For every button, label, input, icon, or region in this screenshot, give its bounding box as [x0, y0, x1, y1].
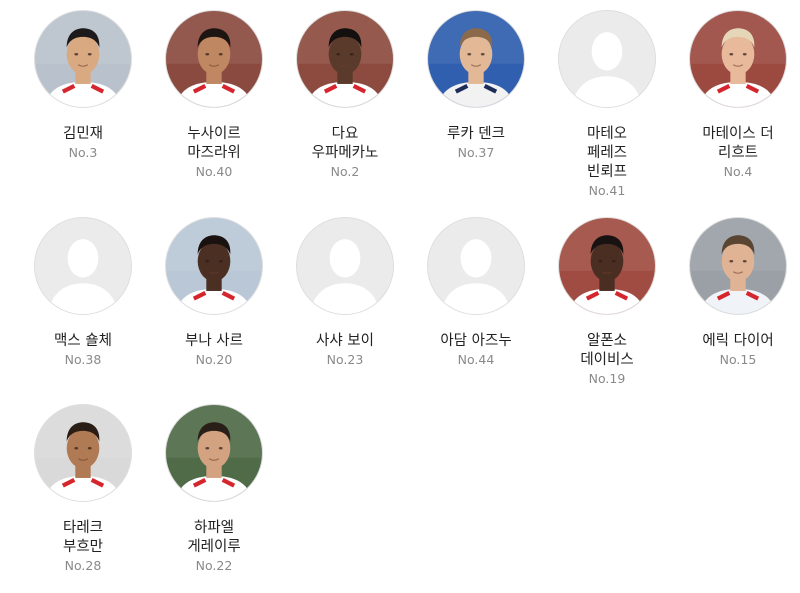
player-card[interactable]: 에릭 다이어 No.15: [679, 217, 797, 369]
player-number: No.37: [457, 145, 495, 160]
player-photo[interactable]: [165, 404, 263, 502]
player-number: No.44: [457, 352, 495, 367]
player-card[interactable]: 하파엘 게레이루 No.22: [155, 404, 273, 575]
player-name[interactable]: 부나 사르: [155, 332, 273, 351]
player-name[interactable]: 사샤 보이: [286, 332, 404, 351]
player-card[interactable]: 마테오 페레즈 빈뢰프 No.41: [548, 10, 666, 200]
default-profile-icon[interactable]: [427, 217, 525, 315]
player-number: No.22: [195, 558, 233, 573]
player-card[interactable]: 맥스 숄체 No.38: [24, 217, 142, 369]
player-card[interactable]: 루카 덴크 No.37: [417, 10, 535, 162]
player-name[interactable]: 루카 덴크: [417, 125, 535, 144]
player-card[interactable]: 김민재 No.3: [24, 10, 142, 162]
player-photo[interactable]: [689, 10, 787, 108]
player-card[interactable]: 아담 아즈누 No.44: [417, 217, 535, 369]
player-number: No.4: [723, 164, 753, 179]
player-photo[interactable]: [165, 217, 263, 315]
player-card[interactable]: 부나 사르 No.20: [155, 217, 273, 369]
player-name[interactable]: 다요 우파메카노: [286, 125, 404, 163]
player-number: No.15: [719, 352, 757, 367]
player-photo[interactable]: [34, 10, 132, 108]
player-name[interactable]: 마테오 페레즈 빈뢰프: [548, 125, 666, 182]
player-number: No.38: [64, 352, 102, 367]
player-name[interactable]: 누사이르 마즈라위: [155, 125, 273, 163]
player-number: No.19: [588, 371, 626, 386]
player-name[interactable]: 에릭 다이어: [679, 332, 797, 351]
player-number: No.23: [326, 352, 364, 367]
player-card[interactable]: 다요 우파메카노 No.2: [286, 10, 404, 181]
player-card[interactable]: 누사이르 마즈라위 No.40: [155, 10, 273, 181]
default-profile-icon[interactable]: [296, 217, 394, 315]
player-photo[interactable]: [296, 10, 394, 108]
player-number: No.41: [588, 183, 626, 198]
player-name[interactable]: 맥스 숄체: [24, 332, 142, 351]
player-card[interactable]: 사샤 보이 No.23: [286, 217, 404, 369]
player-photo[interactable]: [558, 217, 656, 315]
player-photo[interactable]: [427, 10, 525, 108]
player-name[interactable]: 타레크 부흐만: [24, 519, 142, 557]
player-photo[interactable]: [689, 217, 787, 315]
player-photo[interactable]: [165, 10, 263, 108]
player-grid: 김민재 No.3 누사이르 마즈라위 No.40 다요 우파메카노 No.2 루…: [0, 0, 800, 593]
player-number: No.2: [330, 164, 360, 179]
default-profile-icon[interactable]: [558, 10, 656, 108]
player-name[interactable]: 김민재: [24, 125, 142, 144]
player-number: No.20: [195, 352, 233, 367]
player-number: No.40: [195, 164, 233, 179]
player-card[interactable]: 타레크 부흐만 No.28: [24, 404, 142, 575]
player-name[interactable]: 마테이스 더 리흐트: [679, 125, 797, 163]
player-card[interactable]: 마테이스 더 리흐트 No.4: [679, 10, 797, 181]
player-number: No.3: [68, 145, 98, 160]
player-name[interactable]: 하파엘 게레이루: [155, 519, 273, 557]
player-number: No.28: [64, 558, 102, 573]
player-card[interactable]: 알폰소 데이비스 No.19: [548, 217, 666, 388]
default-profile-icon[interactable]: [34, 217, 132, 315]
player-name[interactable]: 아담 아즈누: [417, 332, 535, 351]
player-photo[interactable]: [34, 404, 132, 502]
player-name[interactable]: 알폰소 데이비스: [548, 332, 666, 370]
